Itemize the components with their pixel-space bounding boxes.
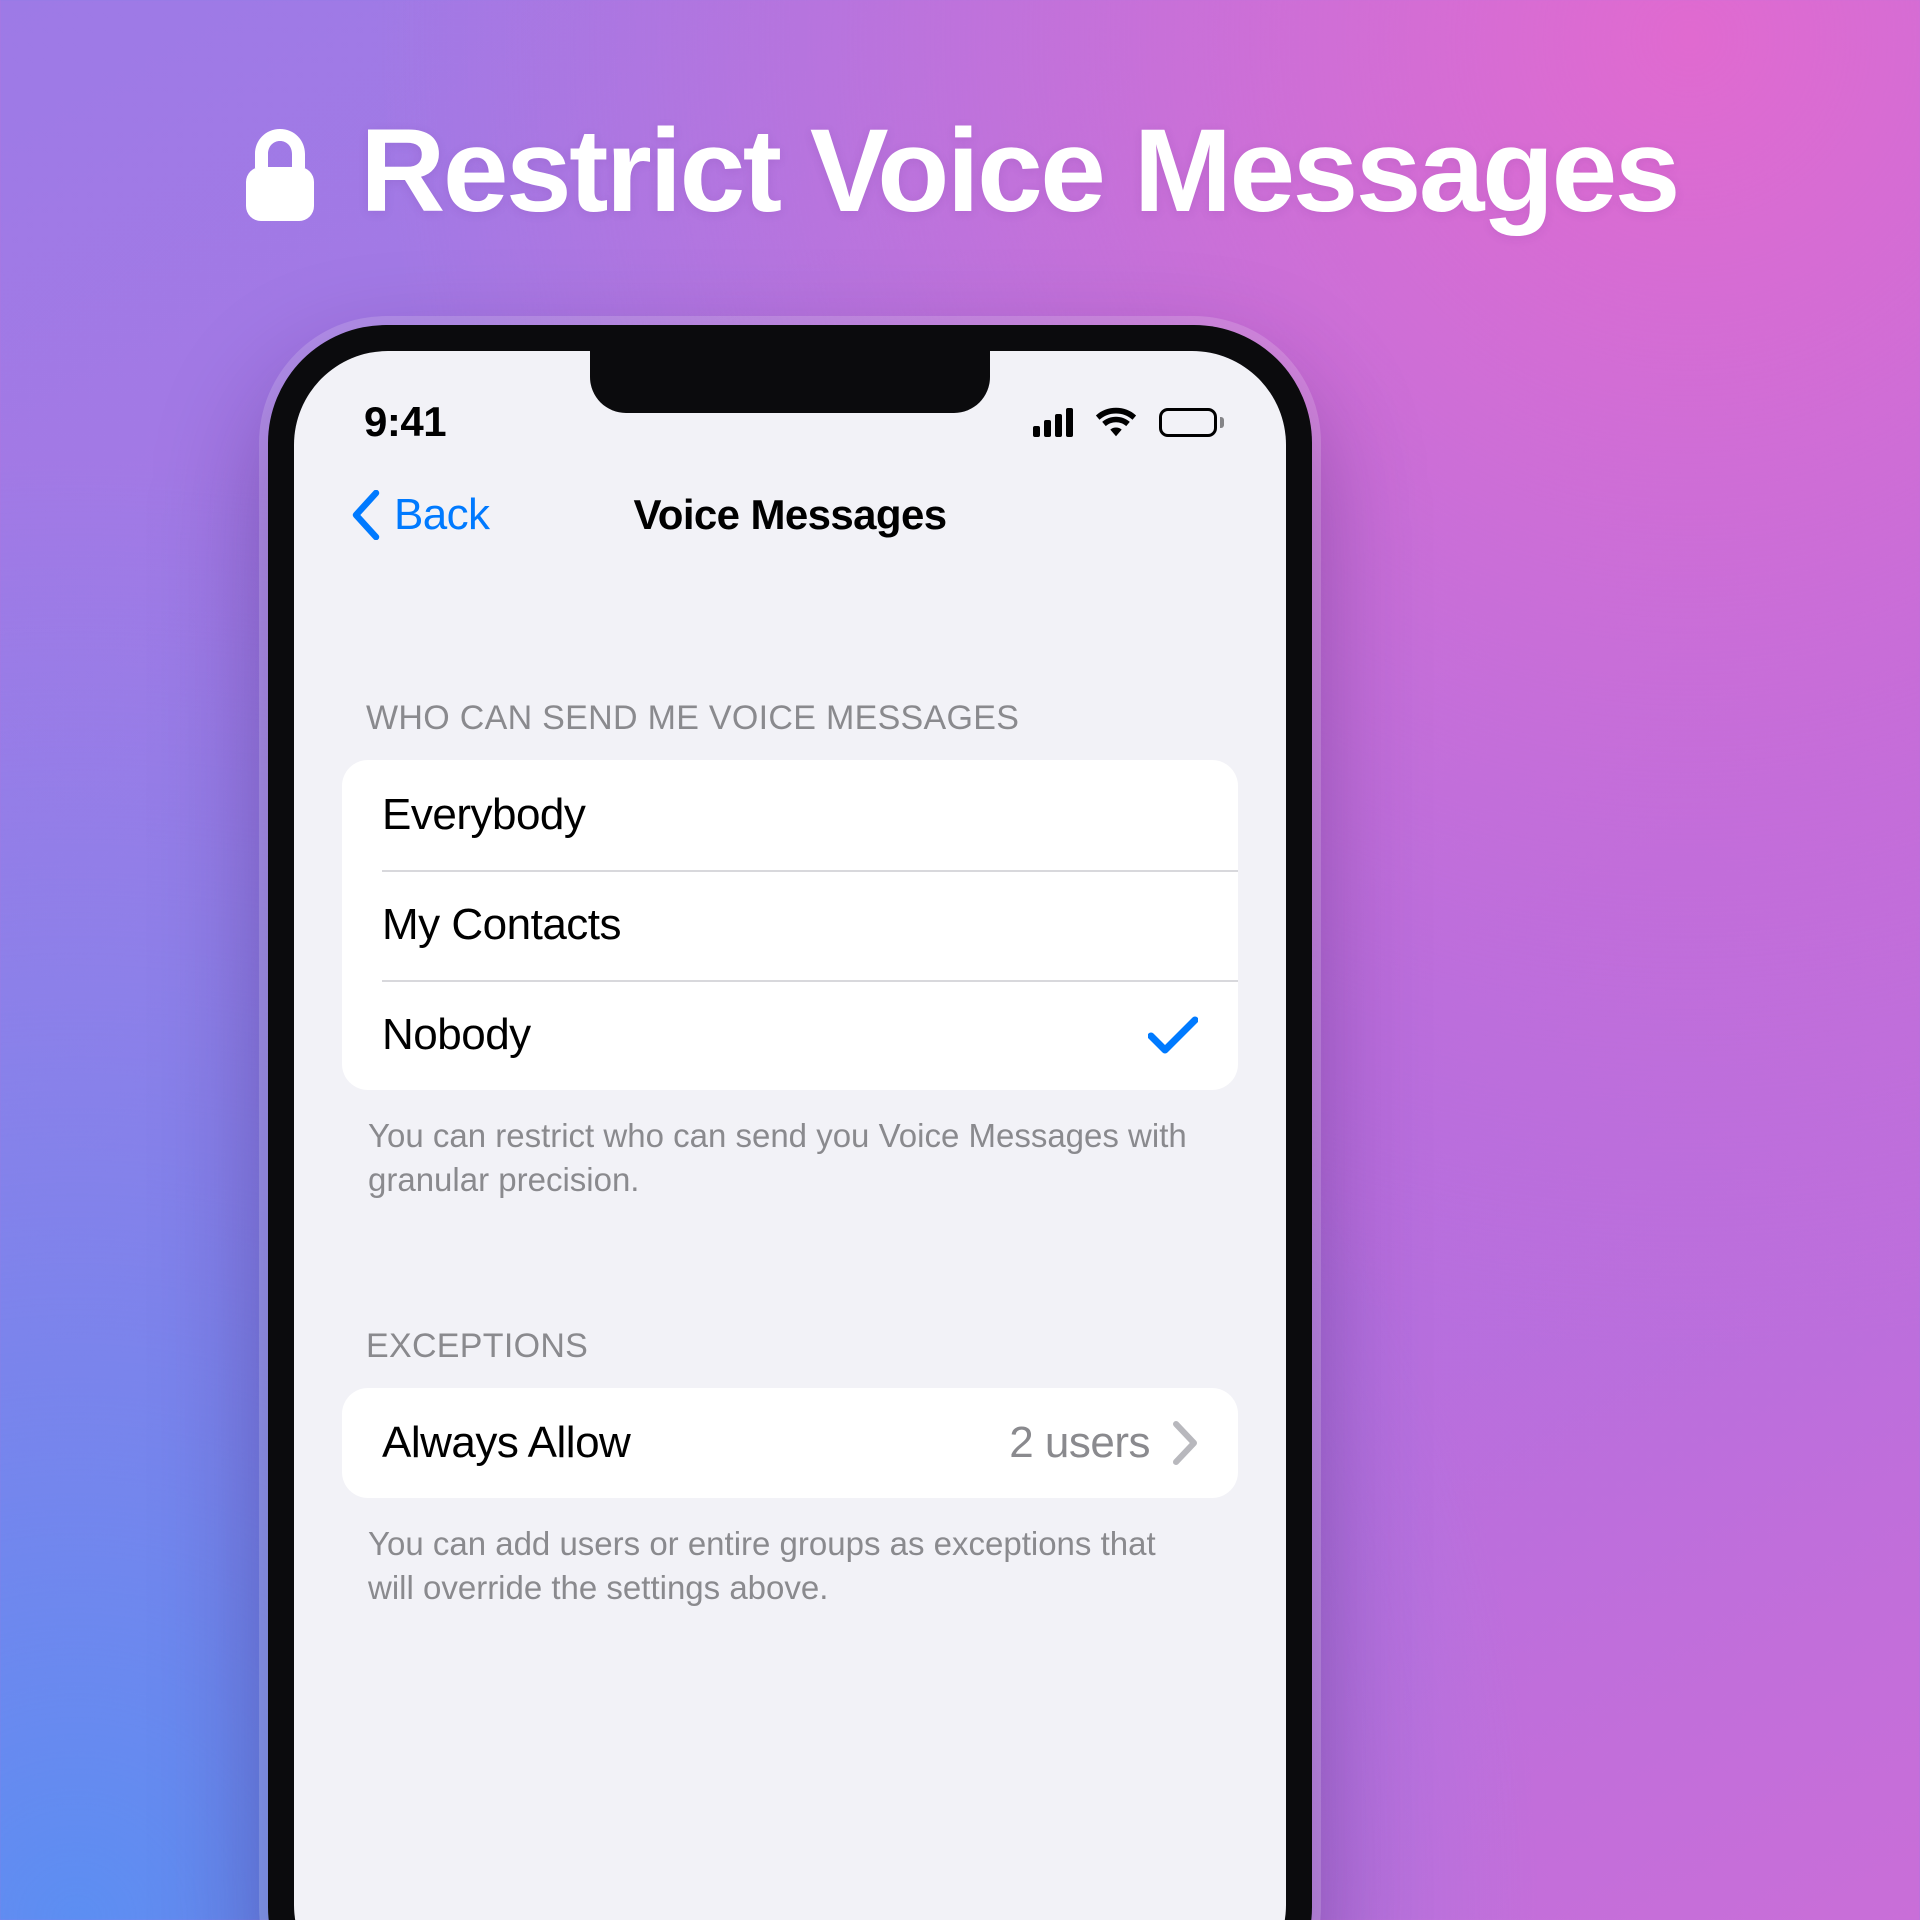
back-button-label: Back <box>394 490 490 539</box>
row-always-allow[interactable]: Always Allow 2 users <box>342 1388 1238 1498</box>
status-indicators <box>1033 407 1224 437</box>
lock-icon <box>242 127 318 223</box>
section-footnote-exceptions: You can add users or entire groups as ex… <box>368 1525 1156 1606</box>
option-row-everybody[interactable]: Everybody <box>342 760 1238 870</box>
section-header-who-can-send: WHO CAN SEND ME VOICE MESSAGES <box>366 699 1020 737</box>
wifi-icon <box>1095 407 1137 437</box>
battery-full-icon <box>1159 407 1224 437</box>
iphone-mockup: 9:41 Back Voice Messages WHO CAN SEND ME… <box>268 325 1312 1920</box>
section-header-exceptions: EXCEPTIONS <box>366 1327 589 1366</box>
status-time: 9:41 <box>364 398 447 445</box>
option-row-nobody[interactable]: Nobody <box>342 980 1238 1090</box>
option-label: Nobody <box>382 1010 531 1059</box>
nav-bar: Back Voice Messages <box>294 463 1286 567</box>
option-row-my-contacts[interactable]: My Contacts <box>342 870 1238 980</box>
back-button[interactable]: Back <box>350 490 490 540</box>
chevron-left-icon <box>350 490 380 540</box>
hero-banner: Restrict Voice Messages <box>0 112 1920 230</box>
privacy-options-card: Everybody My Contacts Nobody <box>342 760 1238 1090</box>
exceptions-card: Always Allow 2 users <box>342 1388 1238 1499</box>
phone-screen: 9:41 Back Voice Messages WHO CAN SEND ME… <box>294 351 1286 1920</box>
option-label: Everybody <box>382 790 586 839</box>
row-value-users-count: 2 users <box>1009 1418 1150 1468</box>
row-label: Always Allow <box>382 1418 631 1468</box>
page-title: Restrict Voice Messages <box>360 105 1680 237</box>
section-footnote-who-can-send: You can restrict who can send you Voice … <box>368 1117 1187 1198</box>
cellular-signal-icon <box>1033 407 1073 437</box>
option-label: My Contacts <box>382 900 622 949</box>
checkmark-icon <box>1148 1015 1198 1055</box>
phone-notch <box>590 351 990 413</box>
chevron-right-icon <box>1172 1421 1198 1466</box>
settings-content: WHO CAN SEND ME VOICE MESSAGES Everybody… <box>294 567 1286 1920</box>
